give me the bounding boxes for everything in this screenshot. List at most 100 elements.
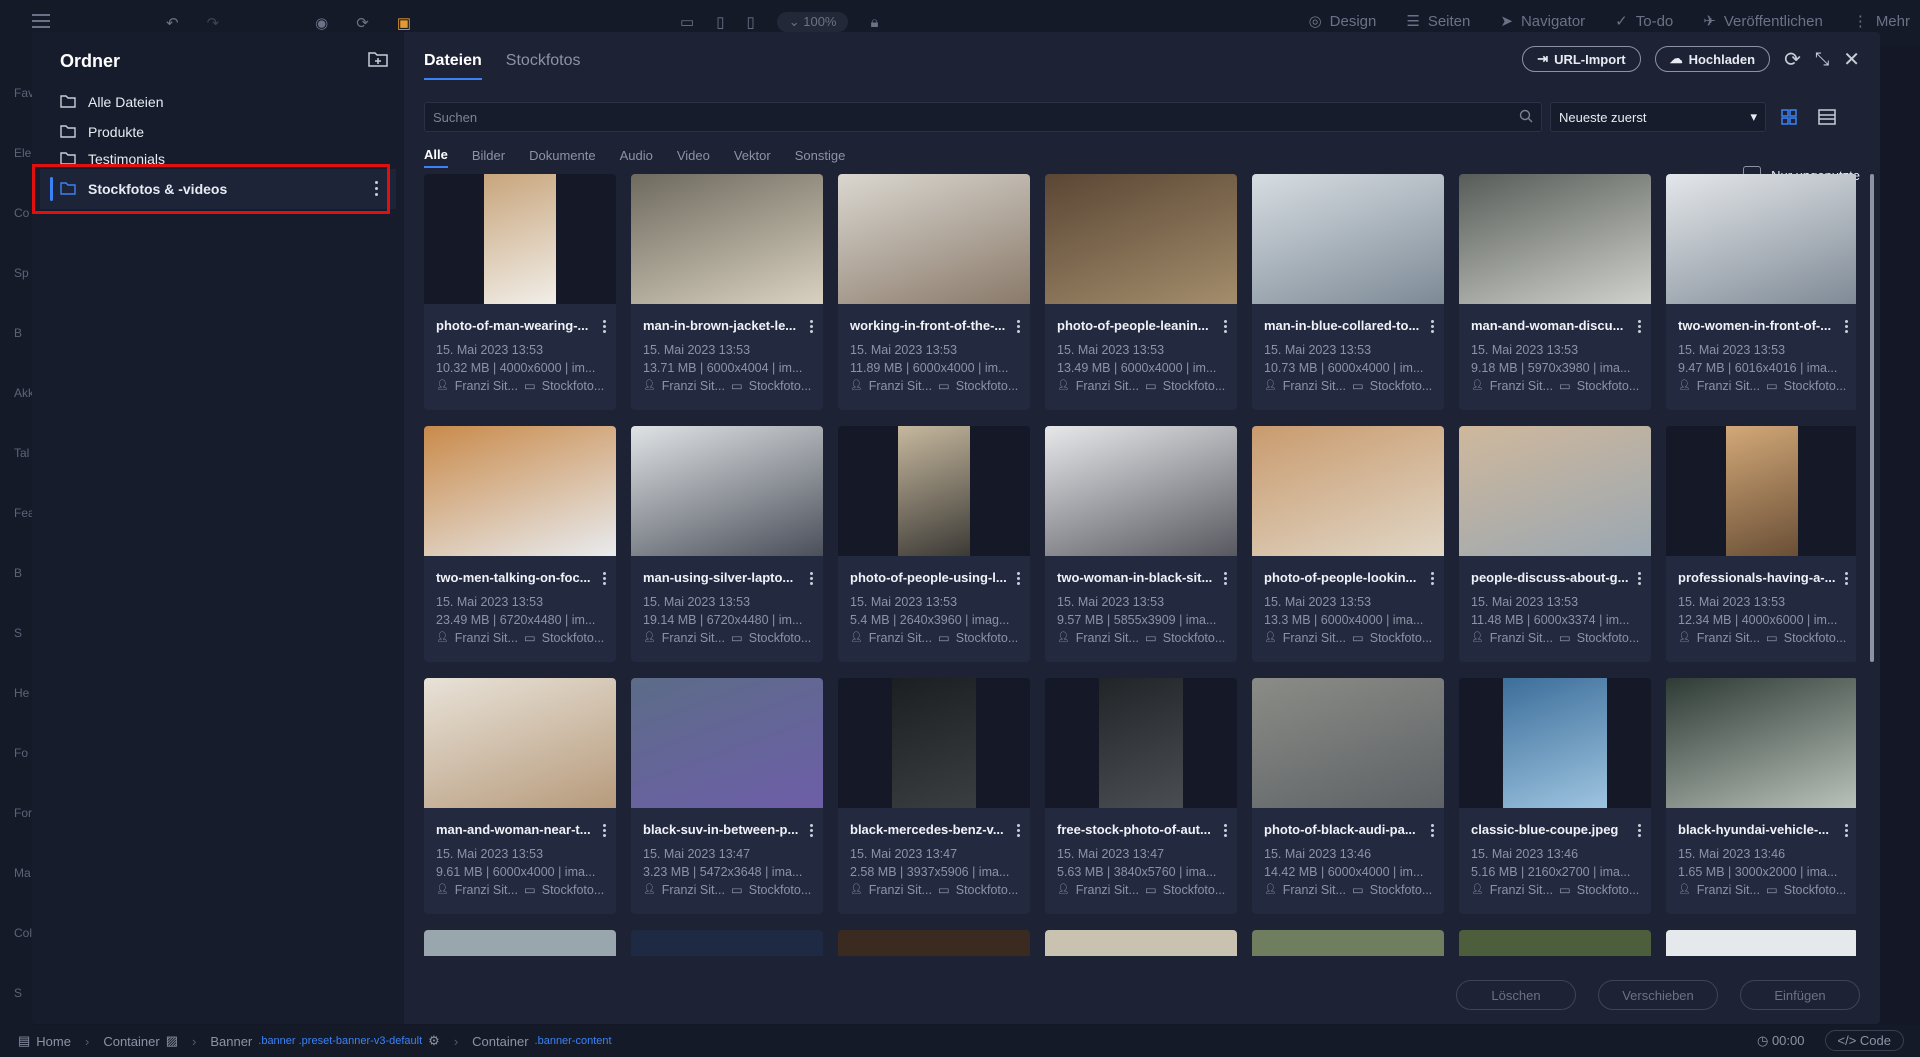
file-options-icon[interactable] xyxy=(603,572,606,585)
folder-options-icon[interactable] xyxy=(375,181,378,196)
file-options-icon[interactable] xyxy=(1845,572,1848,585)
lock-icon[interactable]: 🔒︎ xyxy=(870,14,878,31)
file-card[interactable]: man-and-woman-discu... 15. Mai 2023 13:53… xyxy=(1459,174,1651,410)
file-card[interactable]: two-woman-in-black-sit... 15. Mai 2023 13… xyxy=(1045,426,1237,662)
file-card[interactable]: professionals-having-a-... 15. Mai 2023 1… xyxy=(1666,426,1856,662)
upload-button[interactable]: ☁ Hochladen xyxy=(1654,46,1771,72)
file-card-partial[interactable] xyxy=(1252,930,1444,956)
filter-audio[interactable]: Audio xyxy=(620,148,653,167)
topbar-design[interactable]: ◎ Design xyxy=(1309,12,1377,31)
filter-vector[interactable]: Vektor xyxy=(734,148,771,167)
breadcrumb-container[interactable]: Container ▨ xyxy=(103,1033,178,1049)
file-options-icon[interactable] xyxy=(1224,572,1227,585)
url-import-button[interactable]: ⇥ URL-Import xyxy=(1522,46,1641,72)
file-options-icon[interactable] xyxy=(1224,824,1227,837)
file-options-icon[interactable] xyxy=(1431,320,1434,333)
move-button[interactable]: Verschieben xyxy=(1598,980,1718,1010)
file-options-icon[interactable] xyxy=(1638,320,1641,333)
file-options-icon[interactable] xyxy=(1431,572,1434,585)
tab-files[interactable]: Dateien xyxy=(424,44,482,80)
search-input[interactable]: Suchen xyxy=(424,102,1542,132)
file-options-icon[interactable] xyxy=(1224,320,1227,333)
file-card-partial[interactable] xyxy=(1666,930,1856,956)
file-card[interactable]: two-women-in-front-of-... 15. Mai 2023 13… xyxy=(1666,174,1856,410)
folder-products[interactable]: Produkte xyxy=(32,117,404,147)
breadcrumb-banner[interactable]: Banner .banner .preset-banner-v3-default ⚙ xyxy=(210,1033,439,1049)
mobile-icon[interactable]: ▯ xyxy=(746,13,754,31)
file-options-icon[interactable] xyxy=(1017,320,1020,333)
file-card[interactable]: man-in-blue-collared-to... 15. Mai 2023 1… xyxy=(1252,174,1444,410)
preview-icon[interactable]: ◉ xyxy=(315,14,328,32)
file-card[interactable]: photo-of-black-audi-pa... 15. Mai 2023 13… xyxy=(1252,678,1444,914)
topbar-navigator[interactable]: ➤ Navigator xyxy=(1500,12,1585,31)
folder-all-files[interactable]: Alle Dateien xyxy=(32,87,404,117)
topbar-publish[interactable]: ✈ Veröffentlichen xyxy=(1703,12,1823,31)
desktop-icon[interactable]: ▭ xyxy=(680,13,694,31)
topbar-more[interactable]: ⋮ Mehr xyxy=(1853,12,1910,31)
file-options-icon[interactable] xyxy=(603,824,606,837)
file-options-icon[interactable] xyxy=(810,824,813,837)
file-card[interactable]: classic-blue-coupe.jpeg 15. Mai 2023 13:4… xyxy=(1459,678,1651,914)
file-card[interactable]: black-mercedes-benz-v... 15. Mai 2023 13:… xyxy=(838,678,1030,914)
file-options-icon[interactable] xyxy=(810,320,813,333)
file-card[interactable]: black-hyundai-vehicle-... 15. Mai 2023 13… xyxy=(1666,678,1856,914)
filter-video[interactable]: Video xyxy=(677,148,710,167)
file-card[interactable]: photo-of-people-lookin... 15. Mai 2023 13… xyxy=(1252,426,1444,662)
file-card[interactable]: black-suv-in-between-p... 15. Mai 2023 13… xyxy=(631,678,823,914)
file-options-icon[interactable] xyxy=(1845,824,1848,837)
undo-icon[interactable]: ↶ xyxy=(166,14,179,32)
file-card-partial[interactable] xyxy=(424,930,616,956)
file-card[interactable]: photo-of-man-wearing-... 15. Mai 2023 13:… xyxy=(424,174,616,410)
file-card[interactable]: two-men-talking-on-foc... 15. Mai 2023 13… xyxy=(424,426,616,662)
topbar-todo[interactable]: ✓ To-do xyxy=(1615,12,1673,31)
file-card[interactable]: man-in-brown-jacket-le... 15. Mai 2023 13… xyxy=(631,174,823,410)
file-options-icon[interactable] xyxy=(1017,572,1020,585)
file-options-icon[interactable] xyxy=(1845,320,1848,333)
file-options-icon[interactable] xyxy=(810,572,813,585)
file-options-icon[interactable] xyxy=(1431,824,1434,837)
redo-icon[interactable]: ↷ xyxy=(207,14,220,32)
scrollbar[interactable] xyxy=(1870,174,1874,662)
zoom-control[interactable]: ⌄ 100% xyxy=(776,12,849,32)
filter-all[interactable]: Alle xyxy=(424,147,448,168)
file-card-partial[interactable] xyxy=(631,930,823,956)
tablet-icon[interactable]: ▯ xyxy=(716,13,724,31)
breadcrumb-content-container[interactable]: Container .banner-content xyxy=(472,1034,611,1049)
delete-button[interactable]: Löschen xyxy=(1456,980,1576,1010)
tab-stockphotos[interactable]: Stockfotos xyxy=(506,44,581,80)
filter-other[interactable]: Sonstige xyxy=(795,148,846,167)
insert-button[interactable]: Einfügen xyxy=(1740,980,1860,1010)
file-card[interactable]: free-stock-photo-of-aut... 15. Mai 2023 1… xyxy=(1045,678,1237,914)
file-card-partial[interactable] xyxy=(838,930,1030,956)
save-icon[interactable]: ▣ xyxy=(397,14,411,32)
filter-images[interactable]: Bilder xyxy=(472,148,505,167)
grid-view-icon[interactable] xyxy=(1774,102,1804,132)
file-options-icon[interactable] xyxy=(603,320,606,333)
file-card[interactable]: man-and-woman-near-t... 15. Mai 2023 13:5… xyxy=(424,678,616,914)
refresh-icon[interactable]: ⟳ xyxy=(1784,47,1801,72)
search-icon[interactable] xyxy=(1519,109,1533,126)
code-button[interactable]: </> Code xyxy=(1824,1030,1904,1051)
file-card-partial[interactable] xyxy=(1459,930,1651,956)
breadcrumb-home[interactable]: ▤ Home xyxy=(18,1033,71,1049)
file-card[interactable]: photo-of-people-leanin... 15. Mai 2023 13… xyxy=(1045,174,1237,410)
refresh-icon[interactable]: ⟳ xyxy=(356,14,369,32)
minimize-icon[interactable]: ⤡ xyxy=(1815,49,1829,70)
folder-stockphotos[interactable]: Stockfotos & -videos xyxy=(32,164,396,214)
file-card[interactable]: people-discuss-about-g... 15. Mai 2023 13… xyxy=(1459,426,1651,662)
list-view-icon[interactable] xyxy=(1812,102,1842,132)
file-options-icon[interactable] xyxy=(1017,824,1020,837)
file-options-icon[interactable] xyxy=(1638,572,1641,585)
file-card-partial[interactable] xyxy=(1045,930,1237,956)
sort-select[interactable]: Neueste zuerst ▾ xyxy=(1550,102,1766,132)
close-icon[interactable]: ✕ xyxy=(1843,47,1860,72)
file-card[interactable]: man-using-silver-lapto... 15. Mai 2023 13… xyxy=(631,426,823,662)
new-folder-icon[interactable] xyxy=(368,50,388,73)
menu-icon[interactable] xyxy=(32,14,50,32)
filter-documents[interactable]: Dokumente xyxy=(529,148,595,167)
file-options-icon[interactable] xyxy=(1638,824,1641,837)
file-card[interactable]: working-in-front-of-the-... 15. Mai 2023 … xyxy=(838,174,1030,410)
topbar-pages[interactable]: ☰ Seiten xyxy=(1406,12,1470,31)
folder-testimonials[interactable]: Testimonials xyxy=(32,147,404,169)
file-card[interactable]: photo-of-people-using-l... 15. Mai 2023 1… xyxy=(838,426,1030,662)
